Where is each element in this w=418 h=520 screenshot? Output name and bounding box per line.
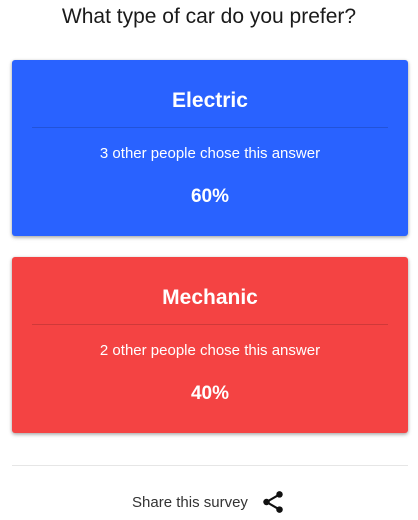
answer-title: Mechanic [162,286,258,309]
survey-question: What type of car do you prefer? [61,5,357,28]
answer-vote-count-text: 2 other people chose this answer [99,342,321,359]
card-divider [32,127,388,128]
answer-card-electric[interactable]: Electric 3 other people chose this answe… [12,60,408,236]
answer-vote-count-text: 3 other people chose this answer [99,145,321,162]
share-label: Share this survey [132,493,248,511]
card-divider [32,324,388,325]
answer-percent: 40% [190,383,230,404]
share-survey-button[interactable]: Share this survey [0,487,418,517]
answer-title: Electric [172,89,248,112]
share-icon[interactable] [260,489,286,515]
footer-divider [12,465,408,466]
answer-card-mechanic[interactable]: Mechanic 2 other people chose this answe… [12,257,408,433]
answer-percent: 60% [190,186,230,207]
